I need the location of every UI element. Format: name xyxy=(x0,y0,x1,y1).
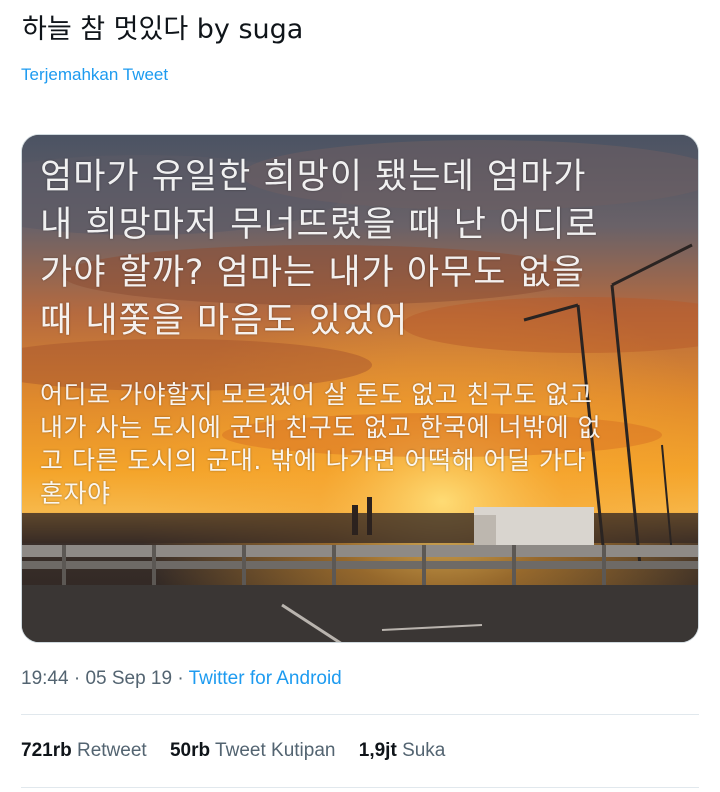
image-overlay-text-small: 어디로 가야할지 모르겠어 살 돈도 없고 친구도 없고 내가 사는 도시에 군… xyxy=(40,380,602,508)
quote-tweets-label: Tweet Kutipan xyxy=(215,740,336,761)
tweet-text: 하늘 참 멋있다 by suga xyxy=(22,14,304,45)
tweet-date[interactable]: 05 Sep 19 xyxy=(85,668,172,689)
retweets-stat[interactable]: 721rb Retweet xyxy=(21,738,147,764)
meta-separator: · xyxy=(177,668,184,689)
tweet-stats: 721rb Retweet 50rb Tweet Kutipan 1,9jt S… xyxy=(21,738,463,764)
likes-stat[interactable]: 1,9jt Suka xyxy=(359,738,446,764)
divider xyxy=(21,787,699,788)
tweet-meta: 19:44 · 05 Sep 19 · Twitter for Android xyxy=(21,666,342,692)
quote-tweets-count: 50rb xyxy=(169,740,211,761)
image-overlay-text-large: 엄마가 유일한 희망이 됐는데 엄마가 내 희망마저 무너뜨렸을 때 난 어디로… xyxy=(40,157,599,341)
tweet-photo[interactable]: 엄마가 유일한 희망이 됐는데 엄마가 내 희망마저 무너뜨렸을 때 난 어디로… xyxy=(21,134,699,643)
quote-tweets-stat[interactable]: 50rb Tweet Kutipan xyxy=(170,738,336,764)
tweet-source-link[interactable]: Twitter for Android xyxy=(189,668,342,689)
translate-tweet-link[interactable]: Terjemahkan Tweet xyxy=(21,63,168,87)
meta-separator: · xyxy=(73,668,81,689)
tweet-time[interactable]: 19:44 xyxy=(21,668,69,689)
likes-label: Suka xyxy=(402,740,446,761)
retweets-label: Retweet xyxy=(76,740,147,761)
likes-count: 1,9jt xyxy=(358,740,397,761)
retweets-count: 721rb xyxy=(21,740,72,761)
divider xyxy=(21,714,699,715)
